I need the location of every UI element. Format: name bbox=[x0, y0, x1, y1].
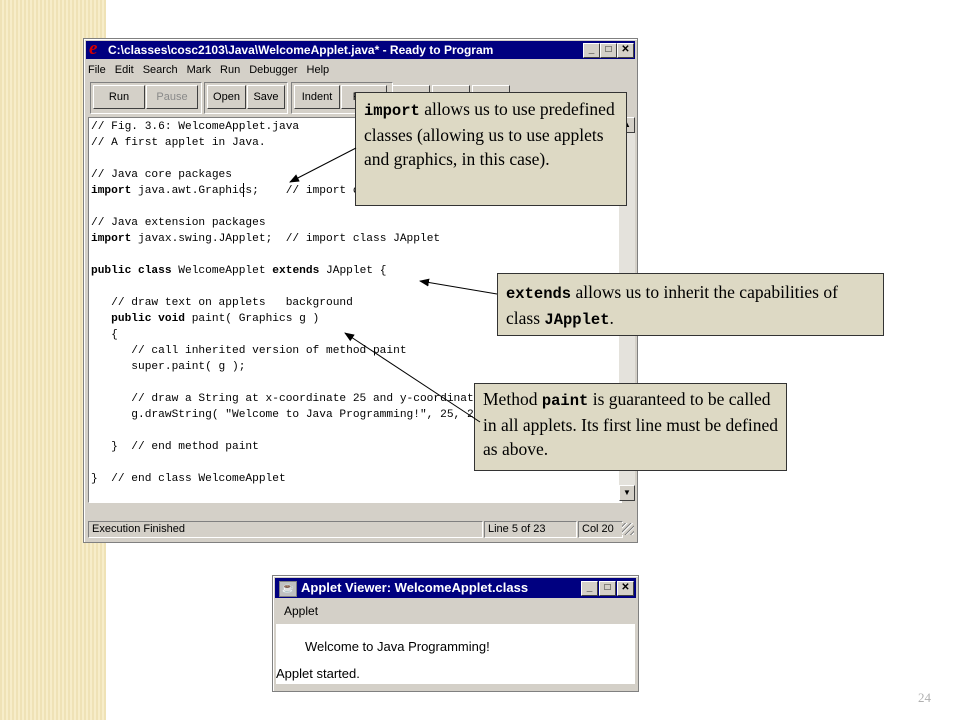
applet-viewer-title-bar: ☕ Applet Viewer: WelcomeApplet.class _ □… bbox=[275, 578, 636, 598]
applet-welcome-text: Welcome to Java Programming! bbox=[305, 639, 490, 654]
applet-viewer-window: ☕ Applet Viewer: WelcomeApplet.class _ □… bbox=[272, 575, 639, 692]
arrow-extends bbox=[419, 278, 498, 295]
java-cup-icon: ☕ bbox=[279, 581, 297, 597]
page-number: 24 bbox=[918, 690, 931, 705]
applet-menu[interactable]: Applet bbox=[284, 604, 318, 618]
applet-minimize-button[interactable]: _ bbox=[581, 581, 598, 596]
arrow-import bbox=[289, 147, 357, 183]
applet-viewer-title: Applet Viewer: WelcomeApplet.class bbox=[301, 580, 529, 595]
applet-status-text: Applet started. bbox=[276, 666, 360, 681]
applet-close-button[interactable]: ✕ bbox=[617, 581, 634, 596]
arrow-paint bbox=[344, 332, 481, 423]
applet-maximize-button[interactable]: □ bbox=[599, 581, 616, 596]
